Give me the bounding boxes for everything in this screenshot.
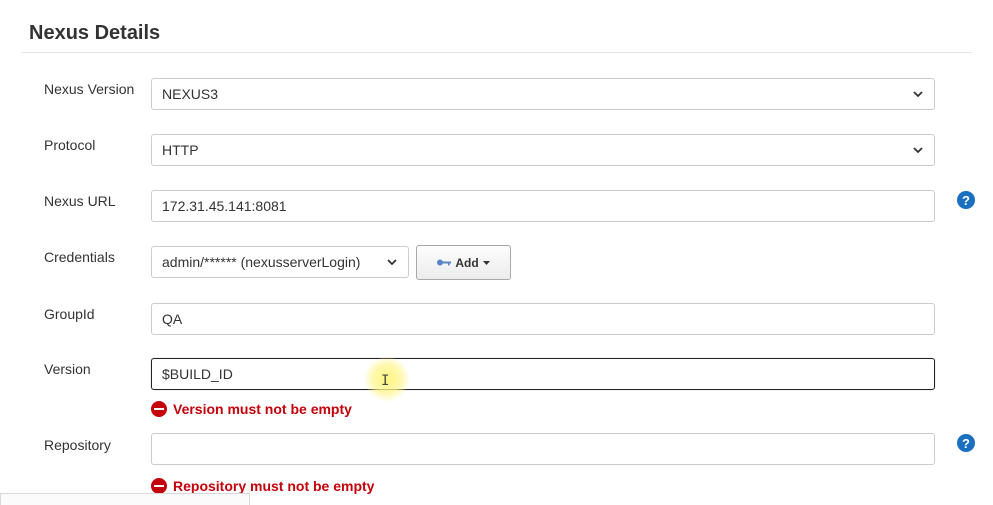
credentials-select[interactable]: admin/****** (nexusserverLogin) <box>151 246 409 278</box>
text-cursor-icon: I <box>381 373 390 389</box>
version-label: Version <box>44 361 91 377</box>
version-error-message: Version must not be empty <box>151 401 352 417</box>
credentials-label: Credentials <box>44 249 115 265</box>
version-error-text: Version must not be empty <box>173 401 352 417</box>
repository-label: Repository <box>44 437 111 453</box>
version-value: $BUILD_ID <box>162 366 233 382</box>
nexus-version-label: Nexus Version <box>44 81 135 97</box>
section-title: Nexus Details <box>29 22 161 44</box>
caret-down-icon <box>482 260 490 265</box>
nexus-url-label: Nexus URL <box>44 193 116 209</box>
protocol-label: Protocol <box>44 137 96 153</box>
chevron-down-icon <box>913 147 923 154</box>
key-icon <box>437 259 452 266</box>
nexus-url-value: 172.31.45.141:8081 <box>162 198 287 214</box>
chevron-down-icon <box>387 259 397 266</box>
nexus-version-value: NEXUS3 <box>162 86 219 102</box>
version-input[interactable]: $BUILD_ID <box>151 358 935 390</box>
error-icon <box>151 478 167 494</box>
protocol-select[interactable]: HTTP <box>151 134 935 166</box>
overlay-panel-edge <box>0 493 250 505</box>
repository-error-message: Repository must not be empty <box>151 478 374 494</box>
nexus-version-select[interactable]: NEXUS3 <box>151 78 935 110</box>
section-divider <box>22 52 972 53</box>
nexus-details-panel: Nexus Details Nexus Version NEXUS3 Proto… <box>0 0 993 505</box>
group-id-value: QA <box>162 311 183 327</box>
group-id-label: GroupId <box>44 306 95 322</box>
add-credentials-button[interactable]: Add <box>416 245 511 280</box>
credentials-value: admin/****** (nexusserverLogin) <box>162 254 361 270</box>
repository-input[interactable] <box>151 433 935 465</box>
nexus-url-input[interactable]: 172.31.45.141:8081 <box>151 190 935 222</box>
repository-error-text: Repository must not be empty <box>173 478 375 494</box>
group-id-input[interactable]: QA <box>151 303 935 335</box>
help-icon[interactable]: ? <box>957 191 975 209</box>
protocol-value: HTTP <box>162 142 199 158</box>
add-button-label: Add <box>455 255 479 270</box>
error-icon <box>151 401 167 417</box>
chevron-down-icon <box>913 91 923 98</box>
help-icon[interactable]: ? <box>957 434 975 452</box>
